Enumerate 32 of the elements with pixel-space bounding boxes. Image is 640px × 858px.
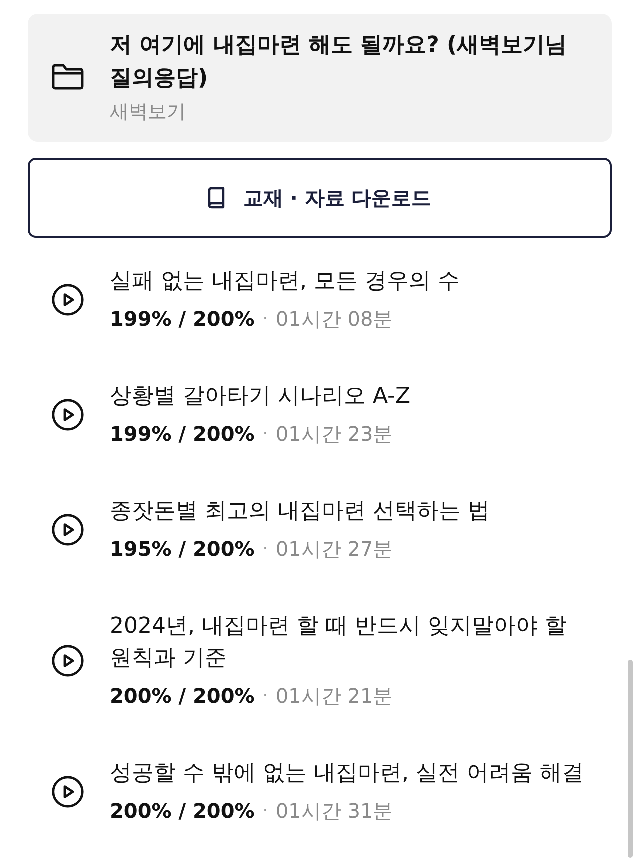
duration-text: 01시간 23분 — [276, 421, 394, 448]
lecture-title: 상황별 갈아타기 시나리오 A-Z — [110, 383, 412, 411]
progress-text: 200% / 200% — [110, 798, 255, 825]
folder-subtitle: 새벽보기 — [110, 100, 187, 125]
duration-text: 01시간 08분 — [276, 306, 394, 333]
scrollbar-thumb[interactable] — [628, 660, 633, 858]
duration-text: 01시간 21분 — [276, 683, 394, 710]
folder-card[interactable]: 저 여기에 내집마련 해도 될까요? (새벽보기님 질의응답) 새벽보기 — [28, 14, 612, 142]
duration-text: 01시간 31분 — [276, 798, 394, 825]
separator-text: · — [262, 423, 268, 445]
separator-text: · — [262, 685, 268, 707]
progress-text: 195% / 200% — [110, 536, 255, 563]
play-icon[interactable] — [52, 645, 84, 677]
duration-text: 01시간 27분 — [276, 536, 394, 563]
folder-title: 저 여기에 내집마련 해도 될까요? (새벽보기님 질의응답) — [110, 32, 568, 93]
progress-text: 199% / 200% — [110, 421, 255, 448]
progress-text: 199% / 200% — [110, 306, 255, 333]
lecture-title: 2024년, 내집마련 할 때 반드시 잊지말아야 할 원칙과 기준 — [110, 613, 568, 673]
separator-text: · — [262, 308, 268, 330]
lecture-title: 종잣돈별 최고의 내집마련 선택하는 법 — [110, 498, 491, 526]
download-button[interactable]: 교재 · 자료 다운로드 — [28, 158, 612, 238]
play-icon[interactable] — [52, 284, 84, 316]
play-icon[interactable] — [52, 399, 84, 431]
book-icon — [208, 187, 226, 209]
play-icon[interactable] — [52, 514, 84, 546]
separator-text: · — [262, 538, 268, 560]
lecture-title: 실패 없는 내집마련, 모든 경우의 수 — [110, 268, 461, 296]
progress-text: 200% / 200% — [110, 683, 255, 710]
folder-icon — [52, 64, 84, 90]
separator-text: · — [262, 800, 268, 822]
play-icon[interactable] — [52, 776, 84, 808]
lecture-title: 성공할 수 밖에 없는 내집마련, 실전 어려움 해결 — [110, 760, 585, 788]
